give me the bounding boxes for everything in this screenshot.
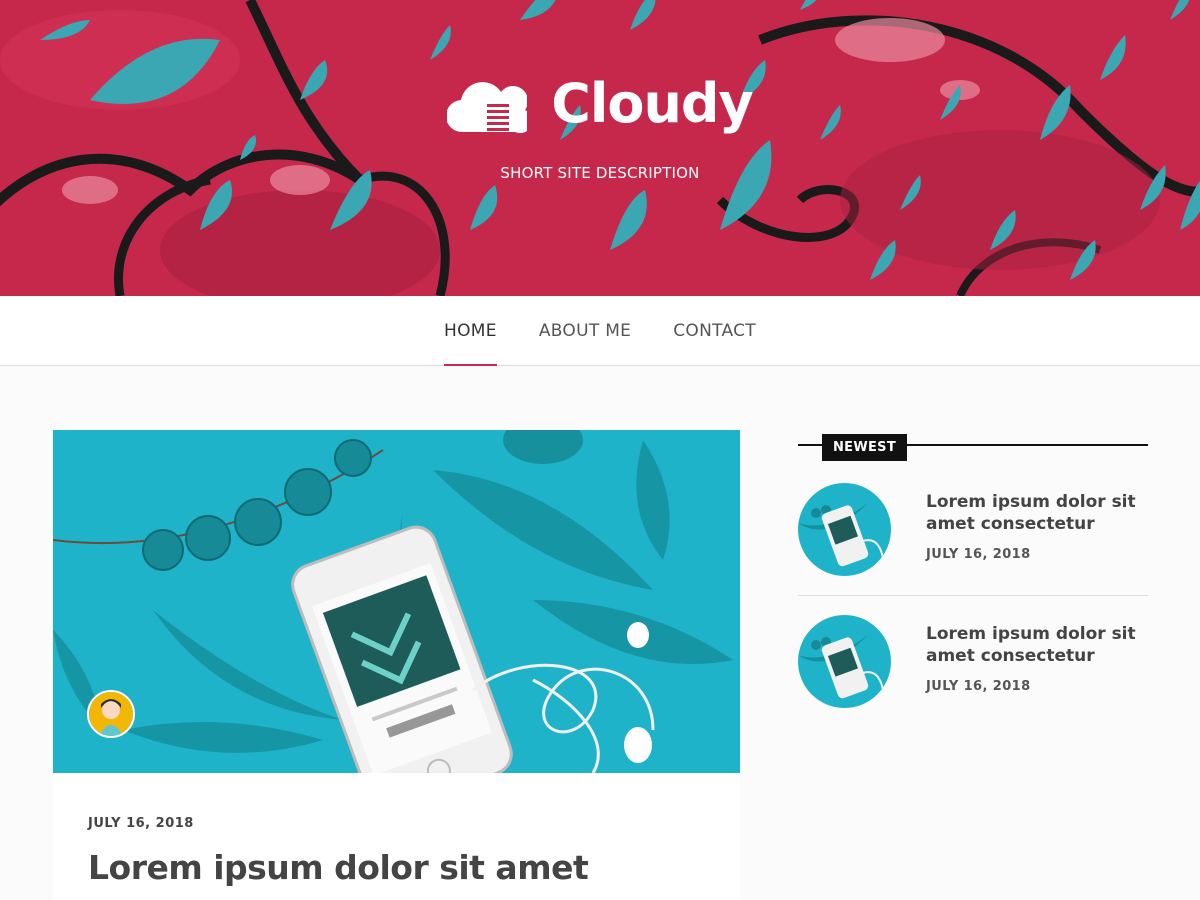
post-title[interactable]: Lorem ipsum dolor sit amet — [88, 848, 589, 887]
main-navigation: HOME ABOUT ME CONTACT — [0, 296, 1200, 366]
nav-item-contact[interactable]: CONTACT — [673, 296, 756, 366]
site-tagline: SHORT SITE DESCRIPTION — [500, 164, 700, 182]
nav-item-about-me[interactable]: ABOUT ME — [539, 296, 631, 366]
nav-item-home[interactable]: HOME — [444, 296, 497, 366]
widget-header: NEWEST — [798, 434, 1148, 462]
sidebar-post-date: JULY 16, 2018 — [926, 679, 1031, 694]
site-title[interactable]: Cloudy — [551, 72, 754, 135]
site-branding: Cloudy — [0, 72, 1200, 138]
sidebar: NEWEST Lorem ipsum dolor sit amet consec… — [798, 434, 1148, 708]
sidebar-post-item[interactable]: Lorem ipsum dolor sit amet consectetur J… — [798, 615, 1148, 733]
post-featured-image[interactable] — [53, 430, 740, 773]
author-avatar[interactable] — [87, 690, 135, 738]
cloud-logo-icon[interactable] — [447, 74, 528, 134]
avatar-image — [89, 692, 133, 736]
sidebar-post-thumbnail[interactable] — [798, 483, 891, 576]
sidebar-post-item[interactable]: Lorem ipsum dolor sit amet consectetur J… — [798, 483, 1148, 601]
sidebar-post-thumbnail[interactable] — [798, 615, 891, 708]
post-date: JULY 16, 2018 — [88, 816, 194, 831]
sidebar-divider — [798, 595, 1148, 596]
thumbnail-image — [798, 615, 891, 708]
sidebar-post-title[interactable]: Lorem ipsum dolor sit amet consectetur — [926, 491, 1148, 535]
hero-graffiti-background — [0, 0, 1200, 296]
sidebar-post-title[interactable]: Lorem ipsum dolor sit amet consectetur — [926, 623, 1148, 667]
site-header-hero: Cloudy SHORT SITE DESCRIPTION — [0, 0, 1200, 296]
sidebar-post-date: JULY 16, 2018 — [926, 547, 1031, 562]
featured-post-card: JULY 16, 2018 Lorem ipsum dolor sit amet — [53, 430, 740, 900]
widget-title: NEWEST — [822, 434, 908, 461]
thumbnail-image — [798, 483, 891, 576]
